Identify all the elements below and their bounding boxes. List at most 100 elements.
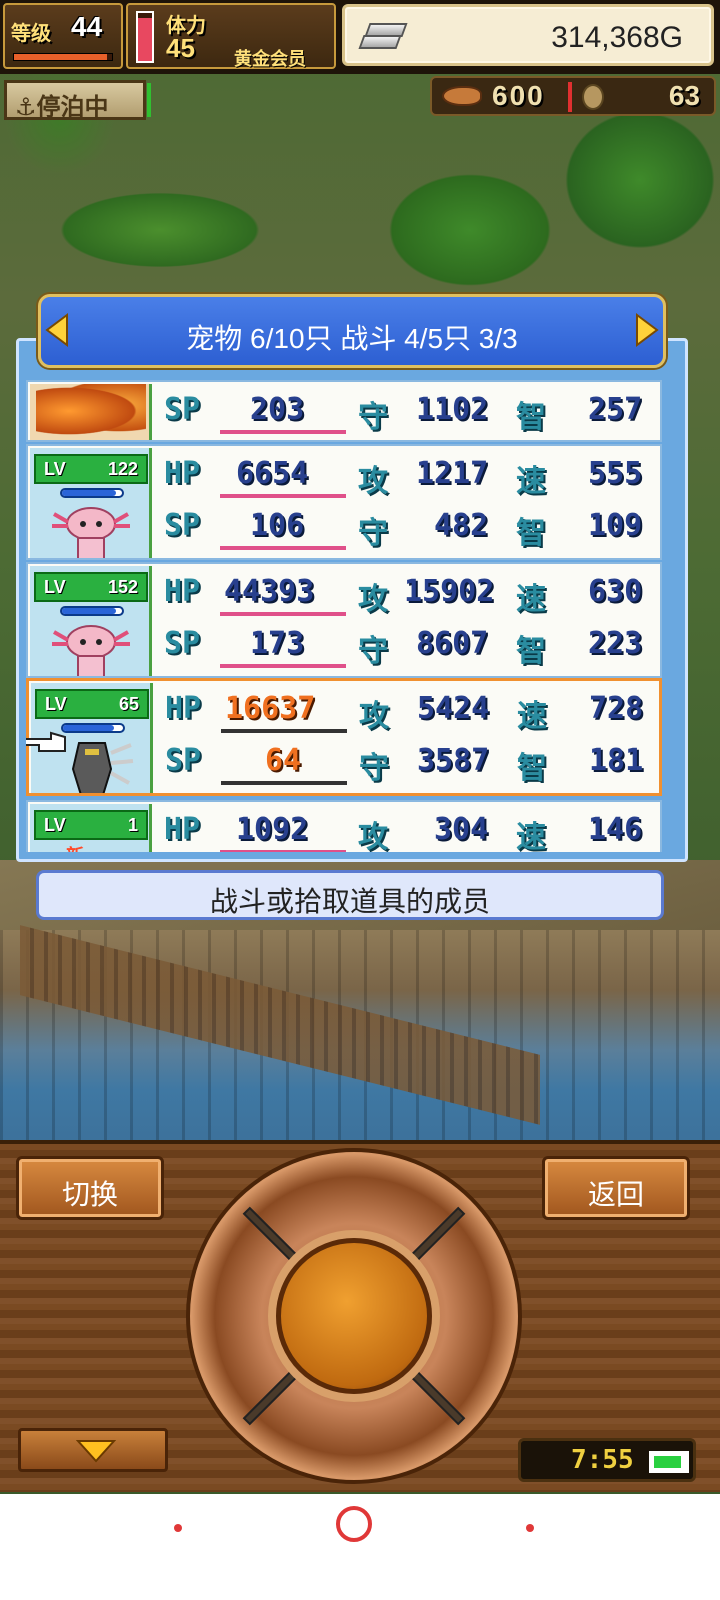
pet-panel-title: 宠物 6/10只 战斗 4/5只 3/3	[186, 323, 518, 354]
sp-bar	[220, 546, 346, 550]
hp-value: 16637	[225, 691, 316, 726]
sp-label: SP	[164, 626, 201, 661]
def-value: 482	[434, 508, 489, 543]
dragon-sprite	[36, 384, 146, 438]
next-page-arrow-icon[interactable]	[635, 313, 659, 347]
hp-label: HP	[164, 456, 201, 491]
spd-value: 555	[588, 456, 643, 491]
dpad-divider	[408, 1368, 466, 1426]
moor-status-button[interactable]: ⚓停泊中	[4, 80, 151, 121]
level-tag: LV 122	[34, 454, 148, 484]
atk-label: 攻	[359, 699, 389, 734]
hp-value: 44393	[224, 574, 315, 609]
dpad-divider	[242, 1206, 300, 1264]
axolotl-sprite	[48, 622, 134, 676]
sp-label: SP	[164, 508, 201, 543]
level-tag: LV 65	[35, 689, 149, 719]
int-value: 181	[589, 743, 644, 778]
atk-value: 5424	[417, 691, 490, 726]
hp-label: HP	[164, 574, 201, 609]
def-label: 守	[359, 751, 389, 786]
sp-bar	[221, 781, 347, 785]
def-value: 3587	[417, 743, 490, 778]
pet-row-5[interactable]: LV 1 新 HP 1092 攻 304 速 146	[26, 800, 662, 852]
atk-label: 攻	[358, 820, 388, 852]
spd-value: 630	[588, 574, 643, 609]
level-value: 44	[71, 11, 103, 42]
def-label: 守	[358, 634, 388, 669]
stamina-box: 体力 45 黄金会员	[126, 3, 336, 69]
directional-pad[interactable]	[186, 1148, 522, 1484]
gold-display: 314,368G	[342, 4, 714, 66]
sp-bar	[220, 430, 346, 434]
recent-apps-icon[interactable]	[174, 1524, 182, 1532]
status-indicator	[147, 83, 151, 117]
hp-label: HP	[164, 812, 201, 847]
back-button[interactable]: 返回	[542, 1156, 690, 1220]
hp-value: 6654	[236, 456, 309, 491]
def-label: 守	[358, 516, 388, 551]
membership-badge: 黄金会员	[234, 49, 306, 69]
pointer-hand-icon	[26, 729, 69, 755]
pet-portrait: LV 152	[30, 566, 152, 676]
pet-row-4-selected[interactable]: LV 65 HP 16637 攻 5424 速 728 SP 64 守 3587 …	[26, 678, 662, 796]
menu-down-button[interactable]	[18, 1428, 168, 1472]
pet-row-2[interactable]: LV 122 HP 6654 攻 1217 速 555 SP 106 守 482 …	[26, 444, 662, 560]
sp-label: SP	[164, 392, 201, 427]
dpad-divider	[242, 1368, 300, 1426]
pet-row-1[interactable]: SP 203 守 1102 智 257	[26, 380, 662, 442]
atk-label: 攻	[358, 464, 388, 499]
moor-status-label: 停泊中	[36, 94, 109, 121]
level-tag-label: LV	[44, 577, 66, 597]
clock-display: 7:55	[518, 1438, 696, 1482]
level-tag-value: 122	[107, 459, 138, 479]
home-icon[interactable]	[336, 1506, 372, 1542]
stamina-gauge	[136, 11, 154, 63]
coin-count: 63	[668, 80, 700, 111]
exp-bar	[13, 53, 113, 61]
sp-bar	[220, 664, 346, 668]
level-tag-label: LV	[45, 694, 67, 714]
atk-value: 304	[434, 812, 489, 847]
level-box: 等级 44	[3, 3, 123, 69]
atk-label: 攻	[358, 582, 388, 617]
level-tag-label: LV	[44, 815, 66, 835]
axolotl-sprite	[48, 504, 134, 558]
int-label: 智	[516, 634, 546, 669]
pet-hp-bar	[60, 488, 124, 498]
stamina-value: 45	[166, 33, 195, 63]
atk-value: 15902	[404, 574, 495, 609]
int-value: 223	[588, 626, 643, 661]
pet-hp-bar	[61, 723, 125, 733]
sp-value: 106	[250, 508, 305, 543]
confirm-center-button[interactable]	[276, 1238, 432, 1394]
int-label: 智	[517, 751, 547, 786]
level-tag-value: 1	[127, 815, 138, 835]
sp-value: 173	[250, 626, 305, 661]
clock-time: 7:55	[571, 1445, 634, 1475]
pet-rows[interactable]: SP 203 守 1102 智 257 LV 122 HP 6654 攻 1217…	[26, 380, 662, 852]
pet-row-3[interactable]: LV 152 HP 44393 攻 15902 速 630 SP 173 守 86…	[26, 562, 662, 678]
fish-count: 600	[492, 80, 545, 111]
level-tag-value: 152	[107, 577, 138, 597]
system-nav-bar	[0, 1494, 720, 1600]
level-label: 等级	[11, 23, 51, 45]
pet-hp-bar	[60, 606, 124, 616]
hp-bar	[221, 729, 347, 733]
switch-button[interactable]: 切换	[16, 1156, 164, 1220]
pet-portrait	[30, 384, 152, 440]
spd-label: 速	[516, 582, 546, 617]
dpad-divider	[408, 1206, 466, 1264]
level-tag: LV 152	[34, 572, 148, 602]
pet-portrait: LV 122	[30, 448, 152, 558]
def-value: 8607	[416, 626, 489, 661]
spd-value: 146	[588, 812, 643, 847]
fish-icon	[442, 86, 482, 106]
resource-bar: 600 63	[430, 76, 716, 116]
spd-label: 速	[516, 820, 546, 852]
hp-bar	[220, 612, 346, 616]
spd-value: 728	[589, 691, 644, 726]
hp-bar	[220, 494, 346, 498]
back-icon[interactable]	[526, 1524, 534, 1532]
pet-panel-header: 宠物 6/10只 战斗 4/5只 3/3	[38, 294, 666, 368]
